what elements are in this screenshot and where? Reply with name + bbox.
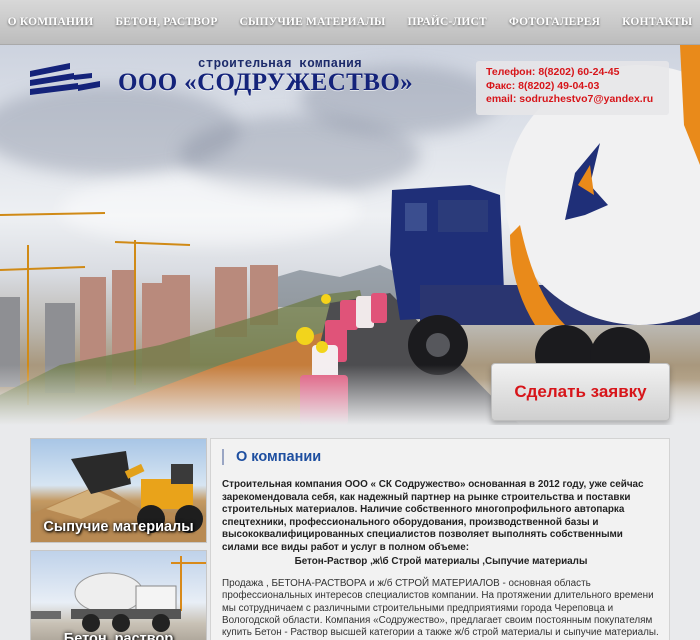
nav-item-gallery[interactable]: ФОТОГАЛЕРЕЯ — [498, 16, 611, 28]
about-body: Продажа , БЕТОНА-РАСТВОРА и ж/б СТРОЙ МА… — [222, 578, 659, 639]
nav-item-price-list[interactable]: ПРАЙС-ЛИСТ — [396, 16, 497, 28]
company-name: ООО «СОДРУЖЕСТВО» — [118, 69, 414, 96]
contact-fax: Факс: 8(8202) 49-04-03 — [486, 79, 600, 92]
contact-phone: Телефон: 8(8202) 60-24-45 — [486, 66, 620, 78]
nav-item-about[interactable]: О КОМПАНИИ — [0, 16, 104, 28]
nav-item-bulk-materials[interactable]: СЫПУЧИЕ МАТЕРИАЛЫ — [229, 16, 397, 28]
about-title: О компании — [222, 449, 321, 465]
about-products: Бетон-Раствор ,ж\б Строй материалы ,Сыпу… — [294, 556, 588, 567]
promo-concrete-label: Бетон, раствор — [63, 631, 174, 640]
promo-concrete[interactable]: Бетон, раствор — [30, 550, 207, 640]
about-intro: Строительная компания ООО « СК Содружест… — [222, 479, 644, 553]
promo-bulk-materials-label: Сыпучие материалы — [43, 519, 194, 535]
promo-bulk-materials[interactable]: Сыпучие материалы — [30, 438, 207, 543]
nav-item-concrete[interactable]: БЕТОН, РАСТВОР — [104, 16, 228, 28]
hero-banner: строительная компания ООО «СОДРУЖЕСТВО» … — [0, 45, 700, 425]
top-nav: О КОМПАНИИ БЕТОН, РАСТВОР СЫПУЧИЕ МАТЕРИ… — [0, 0, 700, 45]
order-button[interactable]: Сделать заявку — [491, 363, 670, 421]
concrete-truck-image — [31, 556, 206, 632]
contacts-box: Телефон: 8(8202) 60-24-45 Факс: 8(8202) … — [476, 61, 669, 115]
about-section: О компании Строительная компания ООО « С… — [210, 438, 670, 640]
contact-email[interactable]: email: sodruzhestvo7@yandex.ru — [486, 93, 669, 107]
company-logo[interactable] — [30, 63, 100, 99]
nav-item-contacts[interactable]: КОНТАКТЫ — [611, 16, 700, 28]
